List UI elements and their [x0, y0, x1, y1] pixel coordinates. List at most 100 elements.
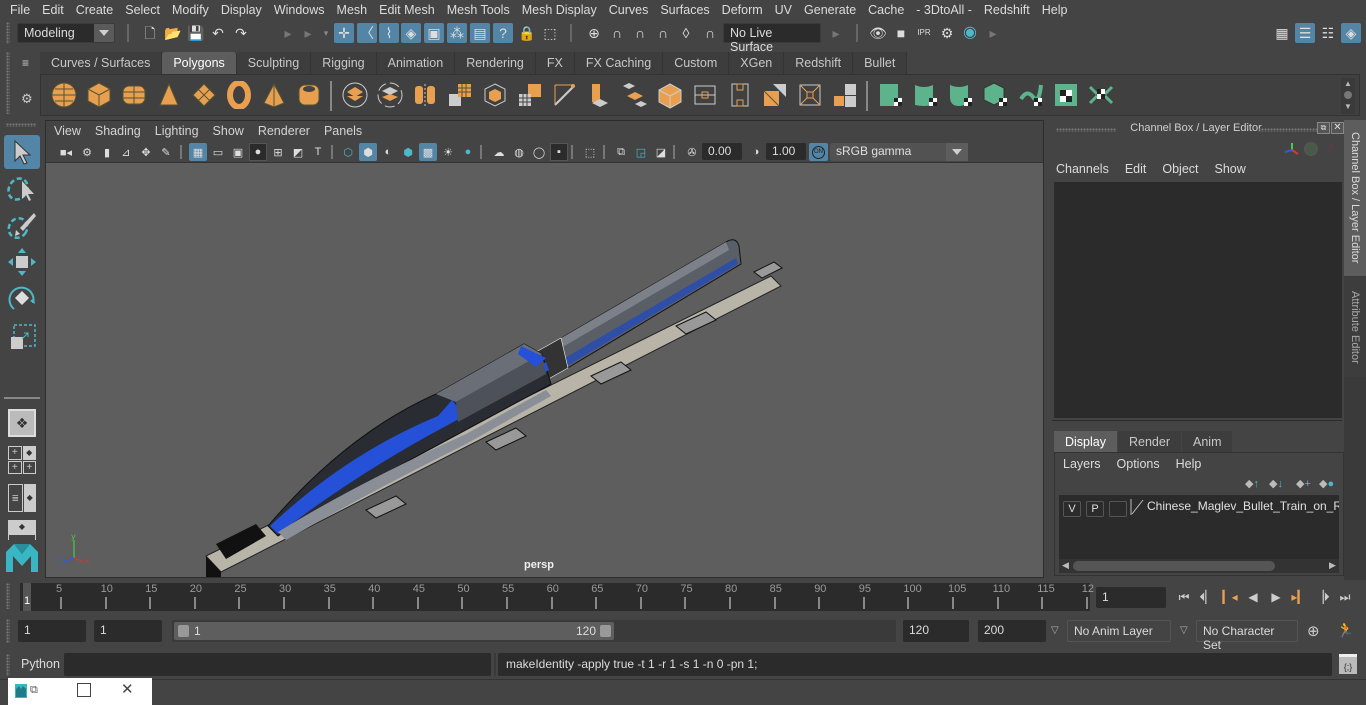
side-tab-attribute-editor[interactable]: Attribute Editor — [1344, 277, 1366, 377]
le-menu-options[interactable]: Options — [1117, 457, 1160, 471]
persp-graph-layout-icon[interactable]: ◆ — [8, 520, 36, 540]
channel-box-toggle-icon[interactable]: ◈ — [1341, 23, 1361, 43]
cb-menu-edit[interactable]: Edit — [1125, 162, 1147, 176]
cb-menu-channels[interactable]: Channels — [1056, 162, 1109, 176]
layer-tab-render[interactable]: Render — [1118, 431, 1181, 452]
shelf-drag-handle[interactable] — [6, 52, 10, 114]
single-perspective-view-icon[interactable]: ❖ — [8, 409, 36, 437]
cb-menu-show[interactable]: Show — [1215, 162, 1246, 176]
field-chart-icon[interactable]: ⊞ — [269, 143, 287, 161]
snap-curve-icon[interactable]: ∩ — [607, 23, 627, 43]
layer-list-hscrollbar[interactable]: ◀ ▶ — [1059, 559, 1339, 573]
viewport-menu-view[interactable]: View — [54, 124, 89, 138]
uv-spherical-map-icon[interactable] — [947, 81, 975, 109]
viewport-menu-lighting[interactable]: Lighting — [155, 124, 207, 138]
select-uv-icon[interactable]: ▤ — [470, 23, 490, 43]
anim-layer-select[interactable]: No Anim Layer — [1067, 620, 1171, 642]
shelf-tab-redshift[interactable]: Redshift — [784, 52, 854, 74]
animation-start-field[interactable]: 1 — [18, 620, 86, 642]
depth-of-field-icon[interactable]: ▪ — [550, 143, 568, 161]
select-misc-icon[interactable]: ? — [493, 23, 513, 43]
poly-plane-icon[interactable] — [190, 81, 218, 109]
color-management-toggle[interactable]: ON — [809, 143, 828, 161]
step-back-frame-icon[interactable]: ⏴▏ — [1199, 589, 1215, 605]
motion-blur-icon[interactable]: ◍ — [510, 143, 528, 161]
gate-mask-icon[interactable]: ● — [249, 143, 267, 161]
step-forward-frame-icon[interactable]: ▕⏵ — [1314, 589, 1330, 605]
layer-tab-display[interactable]: Display — [1054, 431, 1117, 452]
uv-editor-icon[interactable] — [1052, 81, 1080, 109]
shelf-settings-gear-icon[interactable]: ⚙ — [21, 92, 35, 106]
snap-surface-icon[interactable]: ◊ — [676, 23, 696, 43]
shelf-tab-xgen[interactable]: XGen — [729, 52, 785, 74]
xray-icon[interactable]: ⬢ — [399, 143, 417, 161]
viewport-menu-panels[interactable]: Panels — [324, 124, 370, 138]
scale-tool-button[interactable] — [8, 322, 38, 352]
world-axis-icon[interactable] — [1284, 142, 1300, 158]
render-settings-icon[interactable]: ⚙ — [937, 23, 957, 43]
step-back-key-icon[interactable]: ▎◂ — [1222, 589, 1238, 605]
screen-space-ao-icon[interactable]: ☁ — [490, 143, 508, 161]
safe-action-icon[interactable]: ◩ — [289, 143, 307, 161]
viewport-menu-renderer[interactable]: Renderer — [258, 124, 318, 138]
restore-window-icon[interactable]: ⧉ — [30, 684, 44, 698]
backface-culling-icon[interactable]: ◪ — [652, 143, 670, 161]
menu-mesh-display[interactable]: Mesh Display — [516, 3, 603, 17]
play-backwards-icon[interactable]: ◀ — [1245, 589, 1261, 605]
select-vertex-icon[interactable]: ◈ — [401, 23, 421, 43]
film-gate-icon[interactable]: ▭ — [209, 143, 227, 161]
wireframe-icon[interactable]: ⬡ — [339, 143, 357, 161]
shelf-tab-animation[interactable]: Animation — [376, 52, 456, 74]
drag-handle[interactable] — [6, 22, 10, 44]
bevel-icon[interactable] — [656, 81, 684, 109]
script-editor-icon[interactable]: {;} — [1339, 654, 1357, 674]
safe-title-icon[interactable]: T — [309, 143, 327, 161]
magnet-icon[interactable]: ∩ — [700, 23, 720, 43]
create-empty-layer-icon[interactable]: ◆+ — [1296, 477, 1311, 490]
poly-pyramid-icon[interactable] — [260, 81, 288, 109]
viewport-menu-show[interactable]: Show — [213, 124, 252, 138]
channel-box-area[interactable] — [1054, 182, 1342, 418]
grease-pencil-icon[interactable]: ✎ — [157, 143, 175, 161]
play-forwards-icon[interactable]: ▶ — [1268, 589, 1284, 605]
menu-create[interactable]: Create — [70, 3, 120, 17]
scroll-thumb[interactable] — [1344, 91, 1352, 99]
move-layer-up-icon[interactable]: ◆↑ — [1245, 477, 1259, 490]
shelf-tab-polygons[interactable]: Polygons — [162, 52, 237, 74]
scroll-up-icon[interactable]: ▲ — [1341, 78, 1355, 89]
viewport-menu-shading[interactable]: Shading — [95, 124, 149, 138]
smooth-shade-icon[interactable]: ⬢ — [359, 143, 377, 161]
character-set-dropdown-icon[interactable]: ▽ — [1180, 625, 1188, 636]
collapse-arrow-icon[interactable]: ▸ — [278, 23, 298, 43]
hypershade-icon[interactable]: ◉ — [960, 23, 980, 43]
select-by-object-type-icon[interactable]: 〈 — [357, 23, 377, 43]
outliner-persp-layout-icon[interactable]: ≣ ◆ — [8, 484, 36, 512]
maglev-train-model[interactable] — [46, 164, 1043, 577]
menu-deform[interactable]: Deform — [716, 3, 769, 17]
anti-aliasing-icon[interactable]: ◯ — [530, 143, 548, 161]
layer-color-swatch-icon[interactable] — [1130, 499, 1144, 515]
le-menu-help[interactable]: Help — [1176, 457, 1202, 471]
layer-visibility-toggle[interactable]: V — [1063, 501, 1081, 517]
redo-icon[interactable]: ↷ — [231, 23, 251, 43]
command-input[interactable] — [64, 653, 491, 676]
scroll-thumb[interactable] — [1073, 561, 1275, 571]
layer-display-type-toggle[interactable] — [1109, 501, 1127, 517]
lock-icon[interactable]: 🔒 — [517, 23, 537, 43]
extrude-icon[interactable] — [586, 81, 614, 109]
scroll-right-icon[interactable]: ▶ — [1329, 560, 1336, 571]
character-set-select[interactable]: No Character Set — [1196, 620, 1298, 652]
uv-unfold-icon[interactable] — [1087, 81, 1115, 109]
open-scene-icon[interactable]: 📂 — [163, 23, 183, 43]
snap-view-plane-icon[interactable]: ∩ — [653, 23, 673, 43]
xray-joints-icon[interactable]: ⧉ — [612, 143, 630, 161]
poly-torus-icon[interactable] — [225, 81, 253, 109]
uv-auto-map-icon[interactable] — [982, 81, 1010, 109]
four-view-layout-icon[interactable]: + ◆ + + — [8, 446, 36, 474]
collapse-arrow-icon[interactable]: ▸ — [826, 23, 846, 43]
scroll-down-icon[interactable]: ▼ — [1341, 101, 1355, 112]
xray-active-components-icon[interactable]: ◲ — [632, 143, 650, 161]
textured-icon[interactable]: ▩ — [419, 143, 437, 161]
poly-sphere-icon[interactable] — [50, 81, 78, 109]
menu-edit-mesh[interactable]: Edit Mesh — [373, 3, 441, 17]
